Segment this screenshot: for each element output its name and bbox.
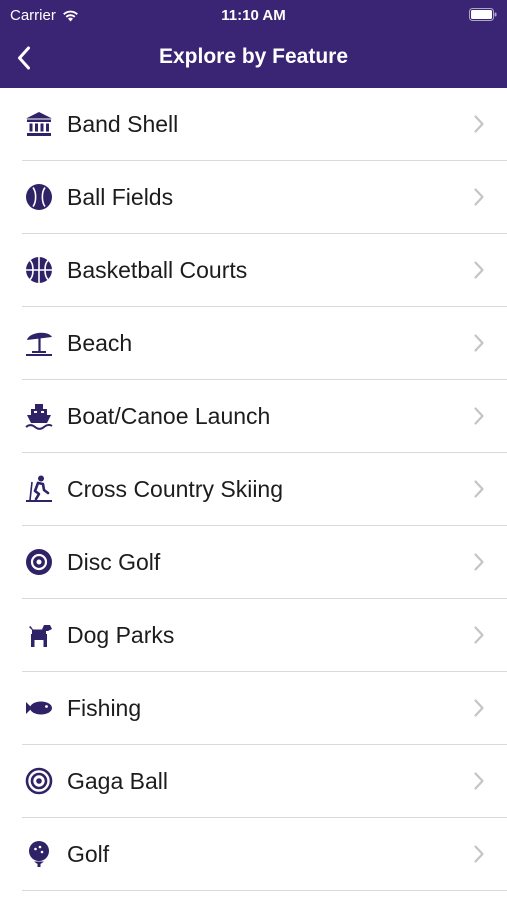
feature-label: Dog Parks xyxy=(67,622,175,648)
chevron-right-icon xyxy=(474,553,484,571)
feature-row-beach[interactable]: Beach xyxy=(0,307,507,380)
feature-label: Gaga Ball xyxy=(67,768,169,794)
feature-row-basketball-courts[interactable]: Basketball Courts xyxy=(0,234,507,307)
feature-label: Ball Fields xyxy=(67,184,174,210)
battery-icon xyxy=(469,8,497,21)
fish-icon xyxy=(24,693,54,723)
chevron-right-icon xyxy=(474,480,484,498)
baseball-icon xyxy=(24,182,54,212)
feature-label: Basketball Courts xyxy=(67,257,248,283)
dog-icon xyxy=(24,620,54,650)
boat-icon xyxy=(24,401,54,431)
feature-row-gaga-ball[interactable]: Gaga Ball xyxy=(0,745,507,818)
page-title: Explore by Feature xyxy=(158,45,349,68)
target-icon xyxy=(24,766,54,796)
golf-ball-icon xyxy=(24,839,54,869)
basketball-icon xyxy=(24,255,54,285)
disc-icon xyxy=(24,547,54,577)
feature-row-dog-parks[interactable]: Dog Parks xyxy=(0,599,507,672)
feature-label: Band Shell xyxy=(67,111,179,137)
chevron-right-icon xyxy=(474,845,484,863)
status-time: 11:10 AM xyxy=(221,7,286,24)
chevron-right-icon xyxy=(474,188,484,206)
chevron-right-icon xyxy=(474,334,484,352)
skiing-icon xyxy=(24,474,54,504)
feature-row-disc-golf[interactable]: Disc Golf xyxy=(0,526,507,599)
chevron-right-icon xyxy=(474,115,484,133)
feature-row-ball-fields[interactable]: Ball Fields xyxy=(0,161,507,234)
chevron-right-icon xyxy=(474,626,484,644)
chevron-right-icon xyxy=(474,772,484,790)
feature-row-boat-canoe-launch[interactable]: Boat/Canoe Launch xyxy=(0,380,507,453)
chevron-right-icon xyxy=(474,407,484,425)
chevron-right-icon xyxy=(474,699,484,717)
feature-label: Golf xyxy=(67,841,110,867)
feature-row-cross-country-skiing[interactable]: Cross Country Skiing xyxy=(0,453,507,526)
status-bar: Carrier 11:10 AM xyxy=(0,0,507,30)
chevron-right-icon xyxy=(474,261,484,279)
feature-row-golf[interactable]: Golf xyxy=(0,818,507,891)
band-shell-icon xyxy=(24,109,54,139)
feature-label: Disc Golf xyxy=(67,549,161,575)
feature-label: Beach xyxy=(67,330,133,356)
feature-label: Cross Country Skiing xyxy=(67,476,284,502)
feature-label: Fishing xyxy=(67,695,142,721)
feature-row-band-shell[interactable]: Band Shell xyxy=(0,88,507,161)
navigation-bar: Explore by Feature xyxy=(0,32,507,84)
feature-list: Band Shell Ball Fields Basketball Courts… xyxy=(0,88,507,891)
feature-row-fishing[interactable]: Fishing xyxy=(0,672,507,745)
feature-label: Boat/Canoe Launch xyxy=(67,403,271,429)
beach-umbrella-icon xyxy=(24,328,54,358)
app-header: Carrier 11:10 AM Explore by Feature xyxy=(0,0,507,88)
